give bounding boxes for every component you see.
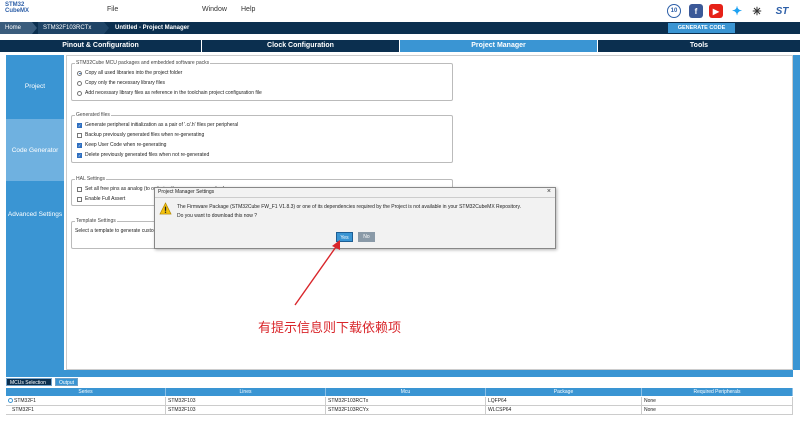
table-row[interactable]: STM32F1 STM32F103 STM32F103RCYx WLCSP64 … xyxy=(6,406,793,415)
project-manager-settings-dialog: Project Manager Settings × The Firmware … xyxy=(154,187,556,249)
top-bar: STM32 CubeMX File Window Help 10 f ▶ ✦ ✳… xyxy=(0,0,800,22)
cell-series-text: STM32F1 xyxy=(14,398,36,404)
checkbox-delete-files[interactable]: ✓ Delete previously generated files when … xyxy=(77,152,209,158)
cell-series: STM32F1 xyxy=(6,406,166,415)
option-label: Backup previously generated files when r… xyxy=(85,132,205,138)
annotation-text: 有提示信息则下载依赖项 xyxy=(258,321,402,336)
dialog-title: Project Manager Settings xyxy=(158,189,215,195)
table-header: Series Lines Mcu Package Required Periph… xyxy=(6,388,793,396)
network-icon[interactable]: ✳ xyxy=(750,4,764,18)
packages-group: STM32Cube MCU packages and embedded soft… xyxy=(71,60,453,101)
cell-package: LQFP64 xyxy=(486,397,642,406)
badge-text: 10 xyxy=(670,8,678,14)
checkbox-full-assert[interactable]: Enable Full Assert xyxy=(77,196,125,202)
checkbox[interactable]: ✓ xyxy=(77,122,82,128)
checkbox[interactable] xyxy=(77,132,82,138)
packages-title: STM32Cube MCU packages and embedded soft… xyxy=(75,60,211,66)
checkbox-pair-files[interactable]: ✓ Generate peripheral initialization as a… xyxy=(77,122,238,128)
cell-lines: STM32F103 xyxy=(166,397,326,406)
tab-tools[interactable]: Tools xyxy=(598,40,800,52)
warning-icon xyxy=(159,202,172,215)
facebook-icon[interactable]: f xyxy=(689,4,703,18)
col-series[interactable]: Series xyxy=(6,388,166,396)
option-label: Delete previously generated files when n… xyxy=(85,152,210,158)
arrow-head xyxy=(332,240,340,250)
table-row[interactable]: STM32F1 STM32F103 STM32F103RCTx LQFP64 N… xyxy=(6,397,793,406)
breadcrumb-home[interactable]: Home xyxy=(0,22,32,34)
radio-copy-necessary[interactable]: Copy only the necessary library files xyxy=(77,80,165,86)
tab-mcus-selection[interactable]: MCUs Selection xyxy=(6,378,52,386)
generated-files-group: Generated files ✓ Generate peripheral ini… xyxy=(71,112,453,163)
template-settings-title: Template Settings xyxy=(75,218,117,224)
sidebar-item-code-generator[interactable]: Code Generator xyxy=(6,119,64,181)
radio-add-reference[interactable]: Add necessary library files as reference… xyxy=(77,90,262,96)
option-label: Add necessary library files as reference… xyxy=(85,90,262,96)
stm32cubemx-logo: STM32 CubeMX xyxy=(5,2,33,20)
checkbox-backup[interactable]: Backup previously generated files when r… xyxy=(77,132,204,138)
arrow-shaft xyxy=(294,243,339,306)
anniversary-badge-icon[interactable]: 10 xyxy=(667,4,681,18)
radio-button[interactable] xyxy=(77,80,82,86)
radio-copy-all[interactable]: Copy all used libraries into the project… xyxy=(77,70,182,76)
col-mcu[interactable]: Mcu xyxy=(326,388,486,396)
logo-line2: CubeMX xyxy=(5,8,29,14)
option-label: Copy only the necessary library files xyxy=(85,80,166,86)
tab-pinout[interactable]: Pinout & Configuration xyxy=(0,40,202,52)
breadcrumb-arrow xyxy=(104,22,109,34)
dialog-divider xyxy=(155,197,555,198)
generate-code-button[interactable]: GENERATE CODE xyxy=(668,23,735,33)
col-package[interactable]: Package xyxy=(486,388,642,396)
dialog-close-button[interactable]: × xyxy=(547,188,551,195)
st-logo-icon[interactable]: ST xyxy=(771,4,793,18)
option-label: Keep User Code when re-generating xyxy=(85,142,167,148)
generated-files-title: Generated files xyxy=(75,112,111,118)
main-tabs: Pinout & Configuration Clock Configurati… xyxy=(0,40,800,52)
right-edge-bar xyxy=(793,55,800,370)
option-label: Copy all used libraries into the project… xyxy=(85,70,183,76)
breadcrumb-project[interactable]: Untitled - Project Manager xyxy=(110,22,210,34)
cell-package: WLCSP64 xyxy=(486,406,642,415)
menu-help[interactable]: Help xyxy=(241,6,255,13)
checkbox-keep-user-code[interactable]: ✓ Keep User Code when re-generating xyxy=(77,142,166,148)
radio-button[interactable] xyxy=(77,70,82,76)
radio-button[interactable] xyxy=(77,90,82,96)
option-label: Generate peripheral initialization as a … xyxy=(85,122,239,128)
cell-series: STM32F1 xyxy=(6,397,166,406)
tab-project-manager[interactable]: Project Manager xyxy=(400,40,598,52)
annotation-arrow xyxy=(294,240,340,306)
menu-window[interactable]: Window xyxy=(202,6,227,13)
tab-clock[interactable]: Clock Configuration xyxy=(202,40,400,52)
tab-output[interactable]: Output xyxy=(55,378,78,386)
row-selector-icon[interactable] xyxy=(8,398,13,404)
cell-lines: STM32F103 xyxy=(166,406,326,415)
checkbox[interactable]: ✓ xyxy=(77,152,82,158)
bottom-separator xyxy=(6,370,793,377)
breadcrumb-mcu[interactable]: STM32F103RCTx xyxy=(38,22,104,34)
col-required-peripherals[interactable]: Required Peripherals xyxy=(642,388,793,396)
cell-peripherals: None xyxy=(642,397,793,406)
sidebar: Project Code Generator Advanced Settings xyxy=(6,55,64,370)
checkbox[interactable] xyxy=(77,186,82,192)
checkbox[interactable] xyxy=(77,196,82,202)
option-label: Enable Full Assert xyxy=(85,196,126,202)
youtube-icon[interactable]: ▶ xyxy=(709,4,723,18)
sidebar-item-project[interactable]: Project xyxy=(6,55,64,117)
twitter-icon[interactable]: ✦ xyxy=(730,4,744,18)
hal-settings-title: HAL Settings xyxy=(75,176,106,182)
menu-file[interactable]: File xyxy=(107,6,118,13)
breadcrumb-arrow xyxy=(32,22,37,34)
dialog-message-line1: The Firmware Package (STM32Cube FW_F1 V1… xyxy=(177,204,521,210)
sidebar-item-advanced-settings[interactable]: Advanced Settings xyxy=(6,183,64,245)
cell-mcu: STM32F103RCTx xyxy=(326,397,486,406)
no-button[interactable]: No xyxy=(358,232,375,242)
cell-mcu: STM32F103RCYx xyxy=(326,406,486,415)
cell-peripherals: None xyxy=(642,406,793,415)
checkbox[interactable]: ✓ xyxy=(77,142,82,148)
dialog-message: The Firmware Package (STM32Cube FW_F1 V1… xyxy=(177,203,521,221)
col-lines[interactable]: Lines xyxy=(166,388,326,396)
dialog-message-line2: Do you want to download this now ? xyxy=(177,213,258,219)
